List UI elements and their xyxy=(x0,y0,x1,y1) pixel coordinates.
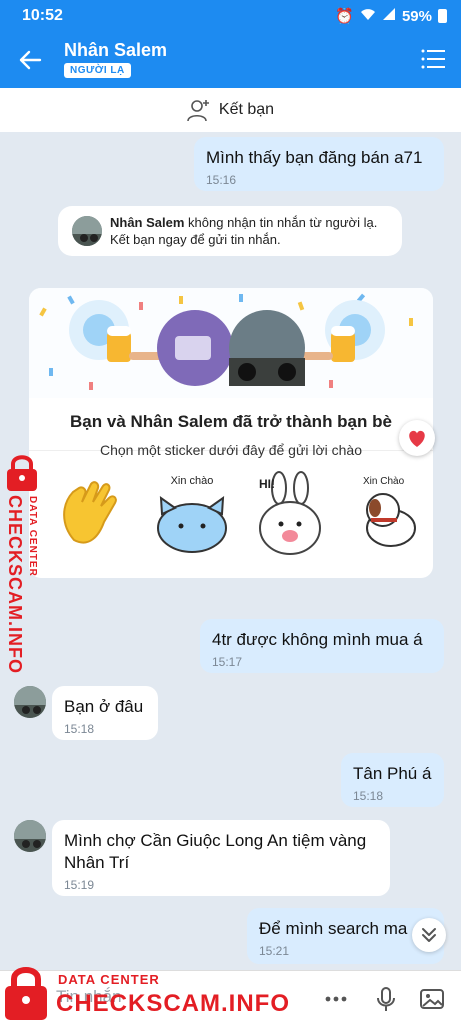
dog-sticker[interactable]: Xin Chào xyxy=(341,470,431,560)
wave-hand-sticker[interactable] xyxy=(49,470,139,560)
message-bubble[interactable]: Tân Phú á 15:18 xyxy=(341,753,444,807)
stranger-badge: NGƯỜI LẠ xyxy=(64,63,131,78)
status-bar: 10:52 ⏰ 59% xyxy=(0,0,461,32)
message-bubble[interactable]: 4tr được không mình mua á 15:17 xyxy=(200,619,444,673)
message-text: Mình chợ Cần Giuộc Long An tiệm vàng Nhâ… xyxy=(64,831,367,872)
message-text: 4tr được không mình mua á xyxy=(212,630,423,649)
watermark-bottom: DATA CENTER CHECKSCAM.INFO xyxy=(0,962,290,1024)
friend-card-title: Bạn và Nhân Salem đã trở thành bạn bè xyxy=(70,412,392,431)
message-time: 15:21 xyxy=(259,944,290,958)
more-options-icon[interactable] xyxy=(322,985,350,1013)
friend-card: Bạn và Nhân Salem đã trở thành bạn bè Ch… xyxy=(29,288,433,578)
wifi-icon xyxy=(360,7,376,25)
message-time: 15:17 xyxy=(212,655,243,669)
add-friend-button[interactable]: Kết bạn xyxy=(0,88,461,132)
scroll-down-button[interactable] xyxy=(412,918,446,952)
alarm-icon: ⏰ xyxy=(335,8,354,25)
menu-list-icon[interactable] xyxy=(421,48,445,70)
watermark-lock-icon xyxy=(5,967,47,1020)
watermark-lock-icon xyxy=(7,455,37,491)
contact-name[interactable]: Nhân Salem xyxy=(64,40,167,61)
reaction-heart-button[interactable] xyxy=(399,420,435,456)
stranger-notice: Nhân Salem không nhận tin nhắn từ người … xyxy=(58,206,402,256)
message-text: Tân Phú á xyxy=(353,764,432,783)
message-text: Để mình search ma xyxy=(259,919,408,938)
contact-avatar[interactable] xyxy=(14,686,46,718)
message-bubble[interactable]: Mình chợ Cần Giuộc Long An tiệm vàng Nhâ… xyxy=(52,820,390,896)
heart-icon xyxy=(409,430,425,447)
friend-card-subtitle: Chọn một sticker dưới đây để gửi lời chà… xyxy=(100,442,362,458)
celebration-illustration xyxy=(29,288,433,398)
message-text: Bạn ở đâu xyxy=(64,697,144,716)
message-time: 15:19 xyxy=(64,878,95,892)
bunny-sticker[interactable]: HI! xyxy=(245,470,335,560)
microphone-icon[interactable] xyxy=(372,985,400,1013)
watermark-subtext: DATA CENTER xyxy=(27,496,38,577)
message-bubble[interactable]: Mình thấy bạn đăng bán a71 15:16 xyxy=(194,137,444,191)
status-time: 10:52 xyxy=(22,7,63,24)
chat-header: Nhân Salem NGƯỜI LẠ xyxy=(0,32,461,88)
battery-icon xyxy=(438,9,447,23)
battery-percent: 59% xyxy=(401,7,432,25)
contact-avatar[interactable] xyxy=(14,820,46,852)
add-user-icon xyxy=(187,100,209,122)
watermark-subtext: DATA CENTER xyxy=(58,972,160,987)
status-icons: ⏰ 59% xyxy=(335,7,447,25)
signal-icon xyxy=(382,7,396,25)
watermark-text: CHECKSCAM.INFO xyxy=(5,495,25,674)
add-friend-label: Kết bạn xyxy=(218,101,275,118)
message-time: 15:18 xyxy=(64,722,95,736)
message-time: 15:16 xyxy=(206,173,237,187)
watermark-text: CHECKSCAM.INFO xyxy=(56,990,290,1017)
sticker-text: HI! xyxy=(259,477,275,491)
sticker-row: Xin chào HI! Xin Chào xyxy=(29,470,433,560)
avatar xyxy=(72,216,102,246)
cat-sticker[interactable]: Xin chào xyxy=(147,470,237,560)
back-arrow-icon[interactable] xyxy=(16,46,44,74)
message-text: Mình thấy bạn đăng bán a71 xyxy=(206,148,423,167)
image-icon[interactable] xyxy=(418,985,446,1013)
message-bubble[interactable]: Bạn ở đâu 15:18 xyxy=(52,686,158,740)
sticker-text: Xin Chào xyxy=(363,476,405,487)
double-chevron-down-icon xyxy=(422,928,436,942)
notice-name: Nhân Salem xyxy=(110,215,185,230)
sticker-text: Xin chào xyxy=(171,475,214,487)
message-time: 15:18 xyxy=(353,789,384,803)
